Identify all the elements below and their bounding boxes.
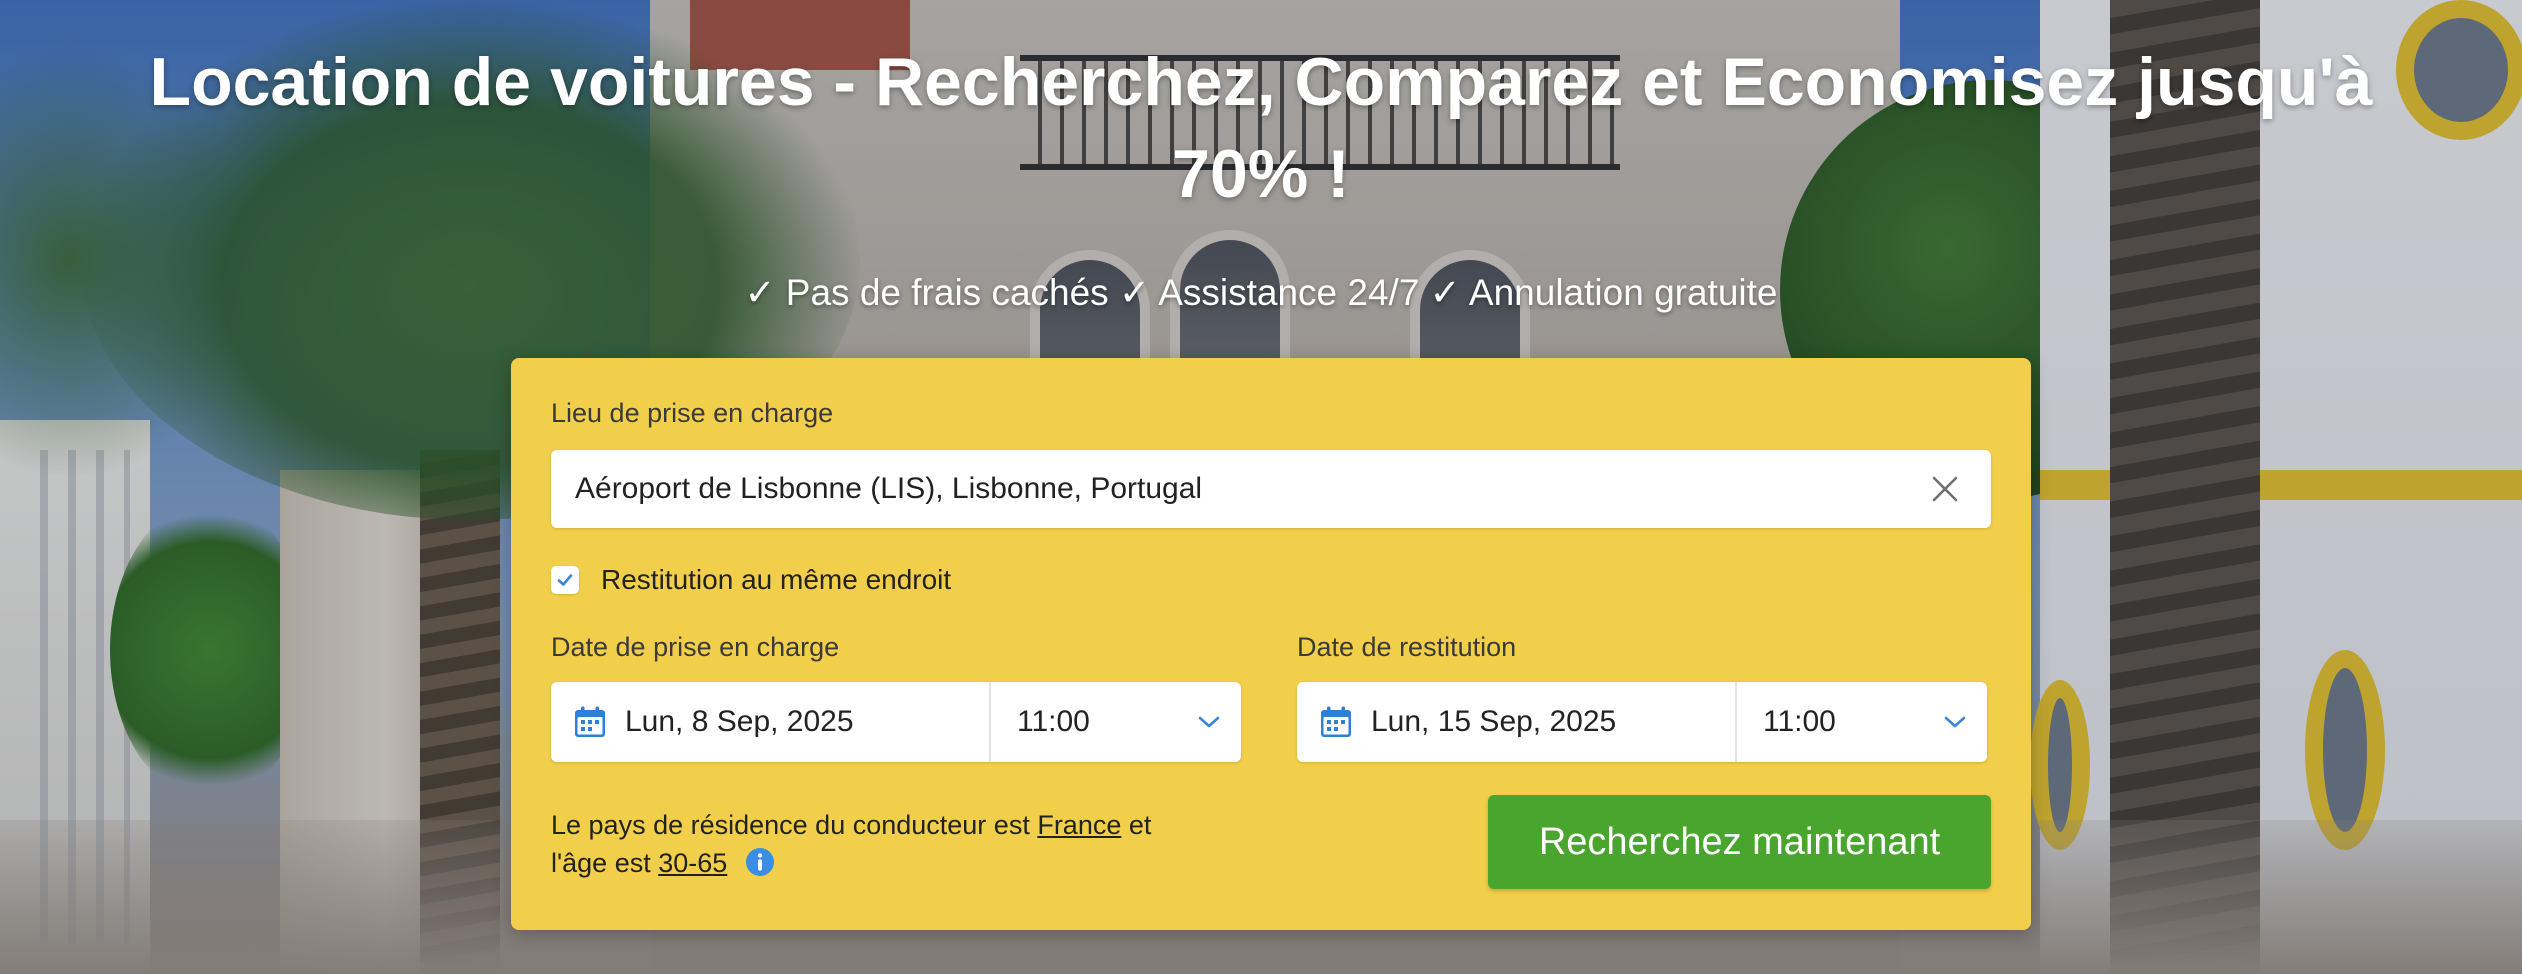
checkmark-icon bbox=[557, 574, 573, 586]
age-text: l'âge est bbox=[551, 848, 659, 878]
return-date-value: Lun, 15 Sep, 2025 bbox=[1371, 705, 1617, 738]
driver-residence-notice: Le pays de résidence du conducteur est F… bbox=[551, 806, 1211, 882]
age-range-link[interactable]: 30-65 bbox=[658, 848, 727, 878]
pickup-location-input[interactable]: Aéroport de Lisbonne (LIS), Lisbonne, Po… bbox=[551, 450, 1991, 528]
pickup-date-label: Date de prise en charge bbox=[551, 632, 840, 662]
return-date-label: Date de restitution bbox=[1297, 632, 1517, 662]
same-return-checkbox[interactable] bbox=[551, 566, 579, 594]
pickup-location-label: Lieu de prise en charge bbox=[551, 398, 834, 428]
search-button[interactable]: Recherchez maintenant bbox=[1488, 795, 1991, 889]
same-return-label: Restitution au même endroit bbox=[601, 564, 952, 595]
car-search-form: Lieu de prise en charge Aéroport de Lisb… bbox=[511, 358, 2031, 930]
residence-country-link[interactable]: France bbox=[1037, 810, 1121, 840]
same-return-location-option[interactable]: Restitution au même endroit bbox=[551, 564, 951, 596]
pickup-time-value: 11:00 bbox=[1017, 705, 1090, 738]
return-date-picker[interactable]: Lun, 15 Sep, 2025 bbox=[1297, 682, 1737, 762]
info-icon[interactable] bbox=[745, 847, 775, 877]
clear-location-button[interactable] bbox=[1923, 467, 1967, 511]
residence-text-end: et bbox=[1121, 810, 1152, 840]
calendar-icon bbox=[575, 706, 605, 737]
benefits-line: ✓ Pas de frais cachés ✓ Assistance 24/7 … bbox=[744, 272, 1778, 313]
pickup-time-select[interactable]: 11:00 bbox=[991, 682, 1241, 762]
return-time-value: 11:00 bbox=[1763, 705, 1836, 738]
chevron-down-icon bbox=[1198, 716, 1220, 728]
calendar-icon bbox=[1321, 706, 1351, 737]
pickup-location-value: Aéroport de Lisbonne (LIS), Lisbonne, Po… bbox=[575, 472, 1203, 505]
close-icon bbox=[1932, 476, 1958, 502]
residence-text: Le pays de résidence du conducteur est bbox=[551, 810, 1038, 840]
return-datetime-field: Lun, 15 Sep, 2025 11:00 bbox=[1297, 682, 1987, 762]
pickup-date-value: Lun, 8 Sep, 2025 bbox=[625, 705, 854, 738]
pickup-date-picker[interactable]: Lun, 8 Sep, 2025 bbox=[551, 682, 991, 762]
pickup-datetime-field: Lun, 8 Sep, 2025 11:00 bbox=[551, 682, 1241, 762]
return-time-select[interactable]: 11:00 bbox=[1737, 682, 1987, 762]
chevron-down-icon bbox=[1944, 716, 1966, 728]
page-title: Location de voitures - Recherchez, Compa… bbox=[149, 44, 2373, 212]
